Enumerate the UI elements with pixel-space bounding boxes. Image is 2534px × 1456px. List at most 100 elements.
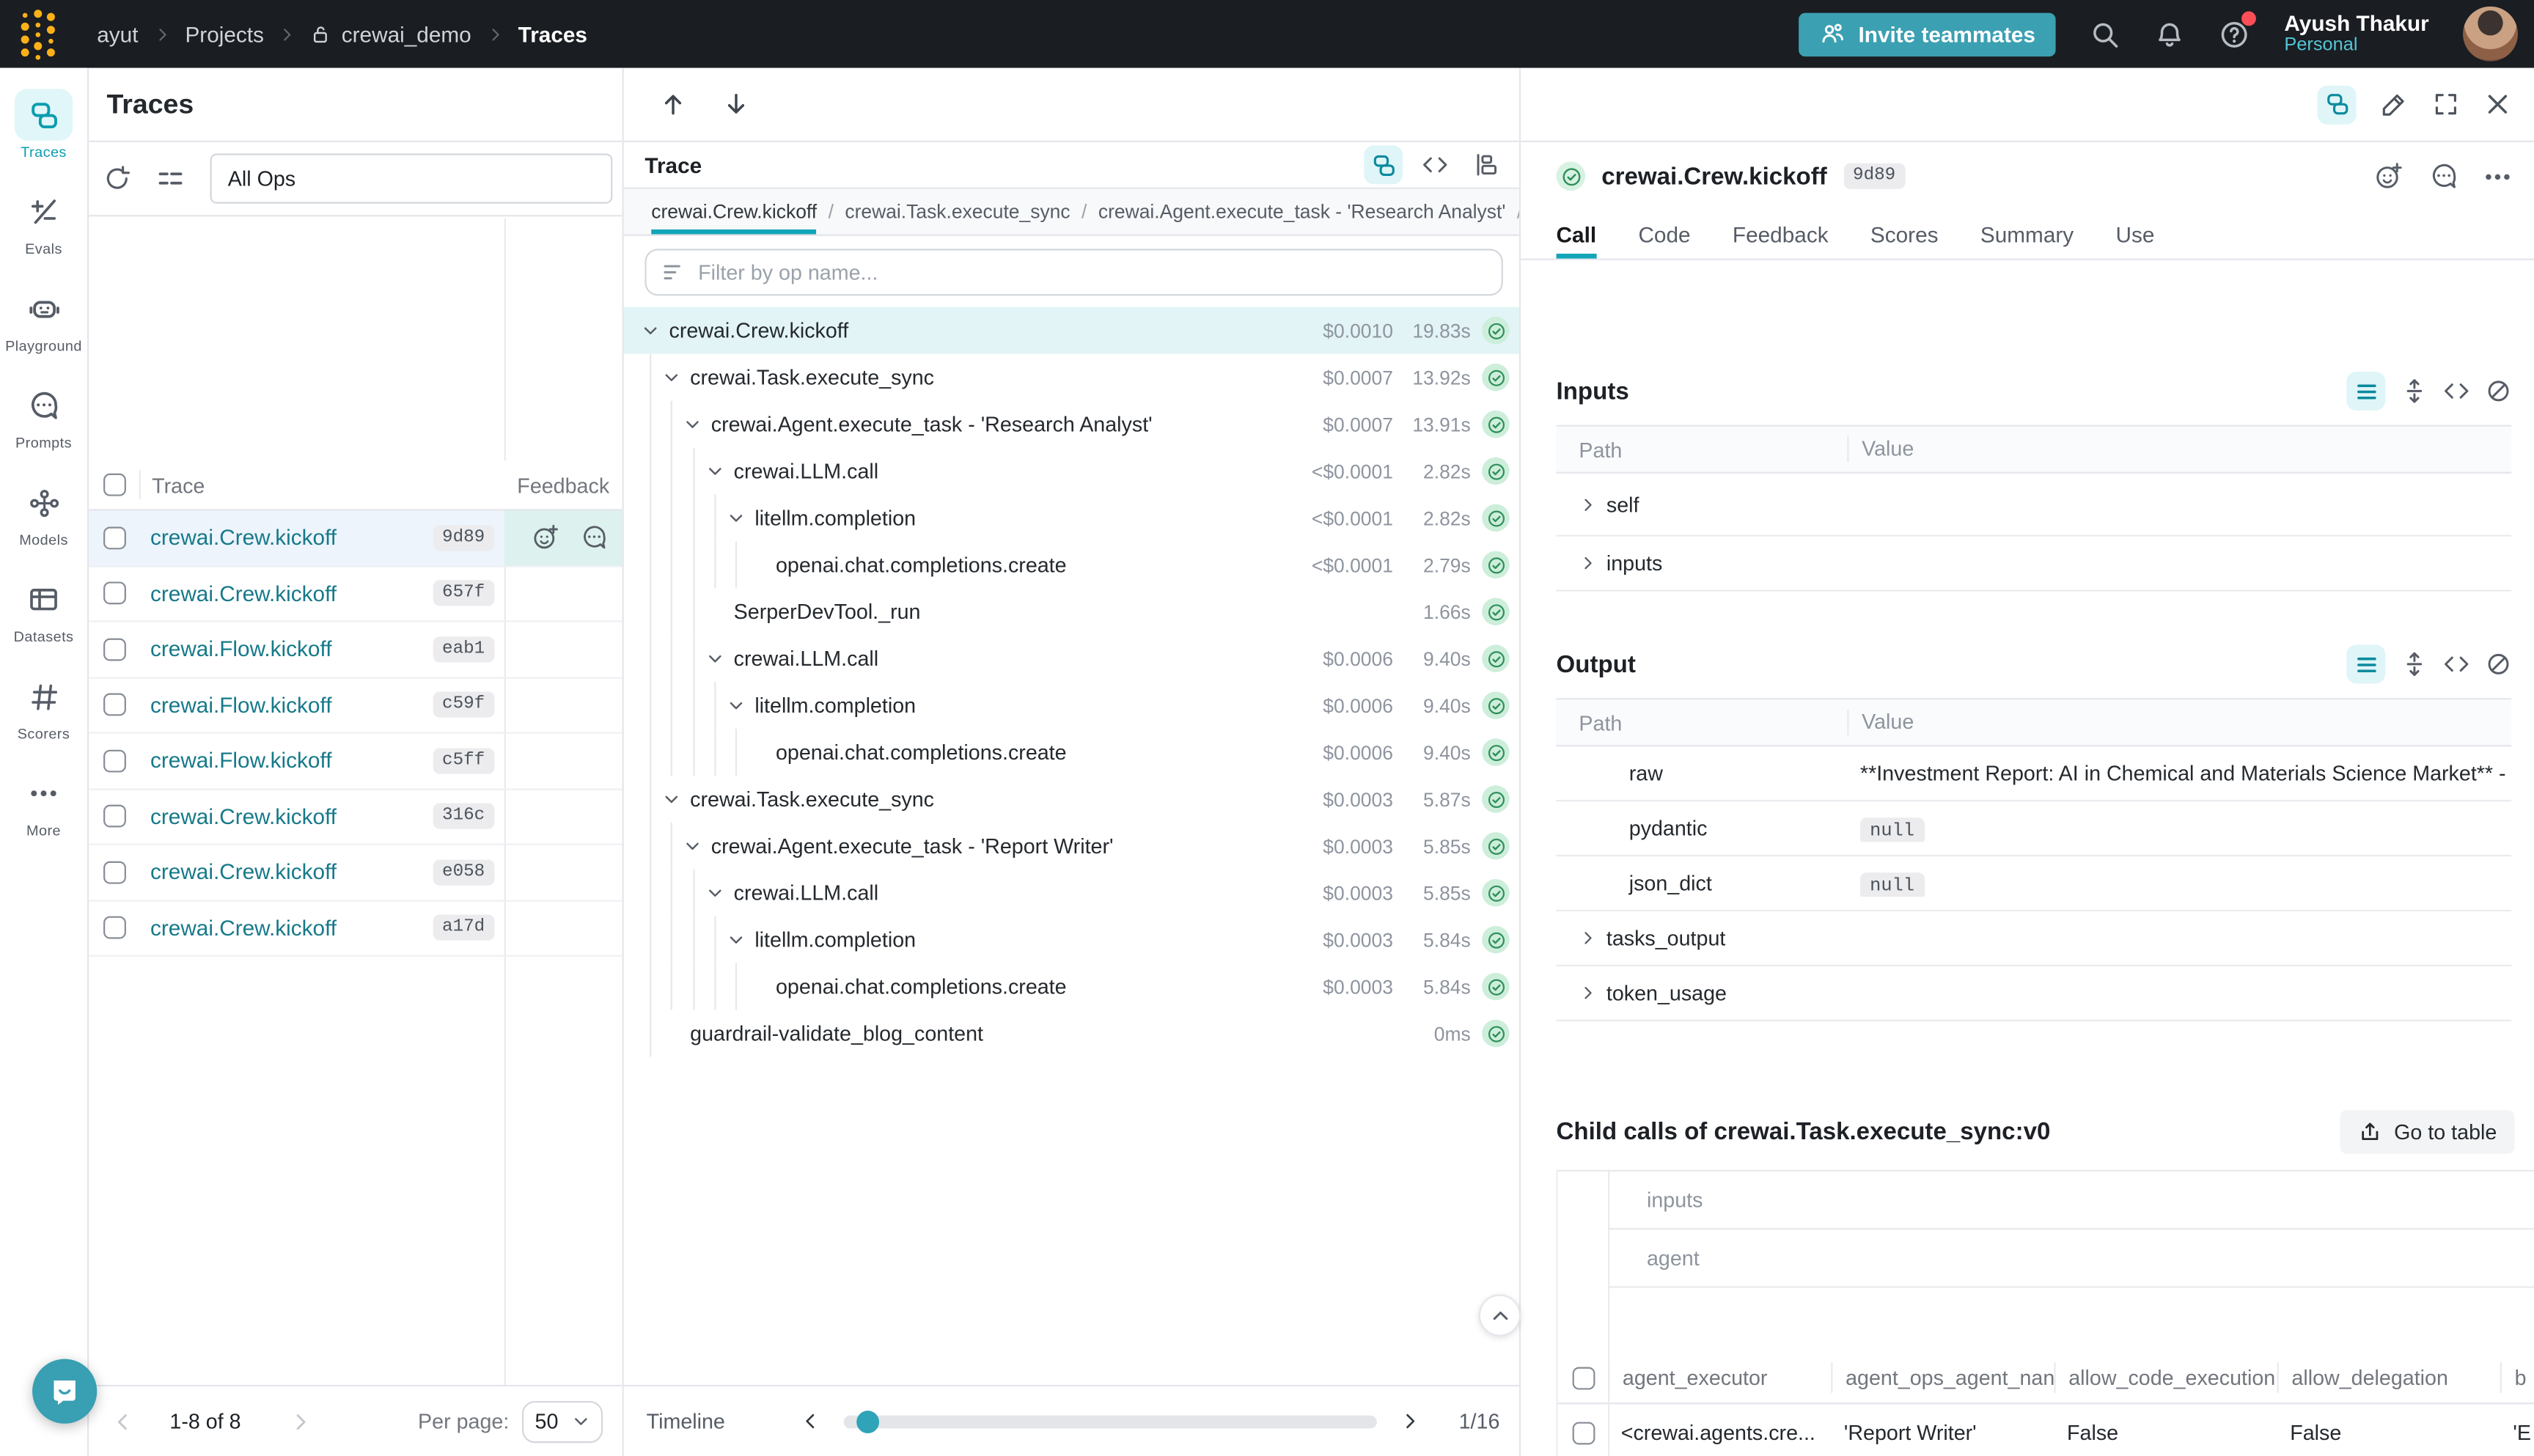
op-name-filter-input[interactable] [698,260,1487,284]
tree-toggle-button[interactable] [2318,85,2357,124]
code-view-icon[interactable] [2444,651,2469,677]
breadcrumb-projects[interactable]: Projects [185,22,264,46]
timeline-prev-icon[interactable] [799,1411,820,1432]
row-checkbox[interactable] [103,916,125,939]
chevron-down-icon[interactable] [706,650,733,667]
select-all-checkbox[interactable] [1571,1367,1594,1389]
column-header[interactable]: allow_code_execution [2054,1363,2277,1393]
tree-row[interactable]: crewai.LLM.call$0.00035.85s [624,869,1519,916]
table-row[interactable]: crewai.Crew.kickoffe058 [89,845,622,901]
notifications-bell-icon[interactable] [2155,18,2186,49]
timeline-next-icon[interactable] [1399,1411,1420,1432]
table-row[interactable]: crewai.Crew.kickoff316c [89,790,622,845]
row-checkbox[interactable] [103,638,125,661]
row-checkbox[interactable] [103,861,125,883]
search-icon[interactable] [2090,18,2121,49]
column-header[interactable]: allow_delegation [2277,1363,2500,1393]
timeline-slider[interactable] [843,1415,1376,1428]
tree-row[interactable]: litellm.completion<$0.00012.82s [624,494,1519,541]
breadcrumb-project[interactable]: crewai_demo [311,22,471,46]
next-call-arrow-down-icon[interactable] [722,90,749,117]
tree-row[interactable]: SerperDevTool._run1.66s [624,588,1519,635]
tree-row[interactable]: crewai.Task.execute_sync$0.00035.87s [624,776,1519,823]
sidebar-item-scorers[interactable]: Scorers [0,671,87,768]
tree-row[interactable]: crewai.Task.execute_sync$0.000713.92s [624,354,1519,401]
sidebar-item-more[interactable]: More [0,768,87,864]
tree-row[interactable]: crewai.Crew.kickoff$0.001019.83s [624,307,1519,354]
code-view-icon[interactable] [2444,378,2469,404]
kv-row[interactable]: raw **Investment Report: AI in Chemical … [1557,746,2512,801]
tab-code[interactable]: Code [1638,210,1690,259]
sidebar-item-models[interactable]: Models [0,477,87,573]
tree-row[interactable]: guardrail-validate_blog_content0ms [624,1010,1519,1057]
tree-row[interactable]: openai.chat.completions.create$0.00069.4… [624,729,1519,776]
edit-pencil-icon[interactable] [2381,90,2408,117]
chevron-down-icon[interactable] [663,790,690,808]
column-header[interactable]: agent_ops_agent_nan [1831,1363,2054,1393]
tree-row[interactable]: crewai.LLM.call$0.00069.40s [624,635,1519,682]
kv-row[interactable]: tasks_output [1557,911,2512,966]
page-next-icon[interactable] [290,1410,312,1433]
chevron-right-icon[interactable] [1579,929,1596,946]
sidebar-item-prompts[interactable]: Prompts [0,380,87,477]
row-checkbox[interactable] [1571,1422,1594,1444]
column-header-feedback[interactable]: Feedback [504,473,623,497]
chevron-down-icon[interactable] [727,509,754,526]
sidebar-item-playground[interactable]: Playground [0,283,87,380]
chevron-down-icon[interactable] [706,884,733,902]
timeline-slider-handle[interactable] [856,1410,878,1433]
close-icon[interactable] [2484,90,2511,117]
chevron-right-icon[interactable] [1579,496,1596,513]
page-prev-icon[interactable] [111,1410,134,1433]
hide-values-icon[interactable] [2486,651,2511,677]
tree-row[interactable]: litellm.completion$0.00069.40s [624,682,1519,729]
breadcrumb-org[interactable]: ayut [97,22,138,46]
column-header[interactable]: agent_executor [1608,1363,1831,1393]
sidebar-item-datasets[interactable]: Datasets [0,573,87,670]
flame-view-button[interactable] [1467,145,1506,184]
table-row[interactable]: crewai.Crew.kickoff657f [89,567,622,622]
tab-summary[interactable]: Summary [1980,210,2074,259]
tree-row[interactable]: openai.chat.completions.create$0.00035.8… [624,963,1519,1010]
sidebar-item-traces[interactable]: Traces [0,89,87,185]
stack-crumb[interactable]: crewai.Crew.kickoff [651,189,817,235]
ops-filter-select[interactable]: All Ops [210,153,613,203]
kv-row[interactable]: token_usage [1557,966,2512,1021]
kv-row[interactable]: inputs [1557,537,2512,592]
invite-teammates-button[interactable]: Invite teammates [1799,12,2057,56]
row-checkbox[interactable] [103,694,125,716]
table-row[interactable]: crewai.Crew.kickoff9d89 [89,510,622,566]
call-id-badge[interactable]: 9d89 [1843,163,1906,189]
tab-call[interactable]: Call [1557,210,1597,259]
tree-view-button[interactable] [1364,145,1403,184]
tree-row[interactable]: crewai.LLM.call<$0.00012.82s [624,448,1519,495]
hide-values-icon[interactable] [2486,378,2511,404]
collapse-panel-button[interactable] [1479,1294,1521,1336]
kv-row[interactable]: pydantic null [1557,801,2512,856]
expand-vertical-icon[interactable] [2401,651,2427,677]
table-row[interactable]: crewai.Flow.kickoffeab1 [89,622,622,678]
filter-list-icon[interactable] [157,165,184,192]
tree-row[interactable]: crewai.Agent.execute_task - 'Report Writ… [624,823,1519,869]
refresh-icon[interactable] [103,165,131,192]
user-menu[interactable]: Ayush Thakur Personal [2284,11,2428,57]
select-all-checkbox[interactable] [103,474,125,496]
column-header[interactable]: b [2500,1363,2534,1393]
overflow-menu-icon[interactable] [2484,163,2511,190]
avatar[interactable] [2463,7,2518,62]
tree-row[interactable]: openai.chat.completions.create<$0.00012.… [624,541,1519,588]
tab-use[interactable]: Use [2115,210,2154,259]
tab-feedback[interactable]: Feedback [1733,210,1829,259]
chevron-down-icon[interactable] [706,462,733,479]
per-page-select[interactable]: 50 [522,1400,603,1442]
kv-row[interactable]: json_dict null [1557,856,2512,911]
fullscreen-icon[interactable] [2432,90,2459,117]
chevron-down-icon[interactable] [727,696,754,714]
table-row[interactable]: crewai.Crew.kickoffa17d [89,901,622,957]
tab-scores[interactable]: Scores [1870,210,1939,259]
stack-crumb[interactable]: crewai.Task.execute_sync [845,189,1070,235]
stack-crumb[interactable]: crewai.Agent.execute_task - 'Research An… [1098,189,1506,235]
help-icon[interactable] [2219,18,2250,49]
comment-icon[interactable] [2429,161,2458,191]
group-header[interactable]: inputs [1608,1172,2534,1229]
